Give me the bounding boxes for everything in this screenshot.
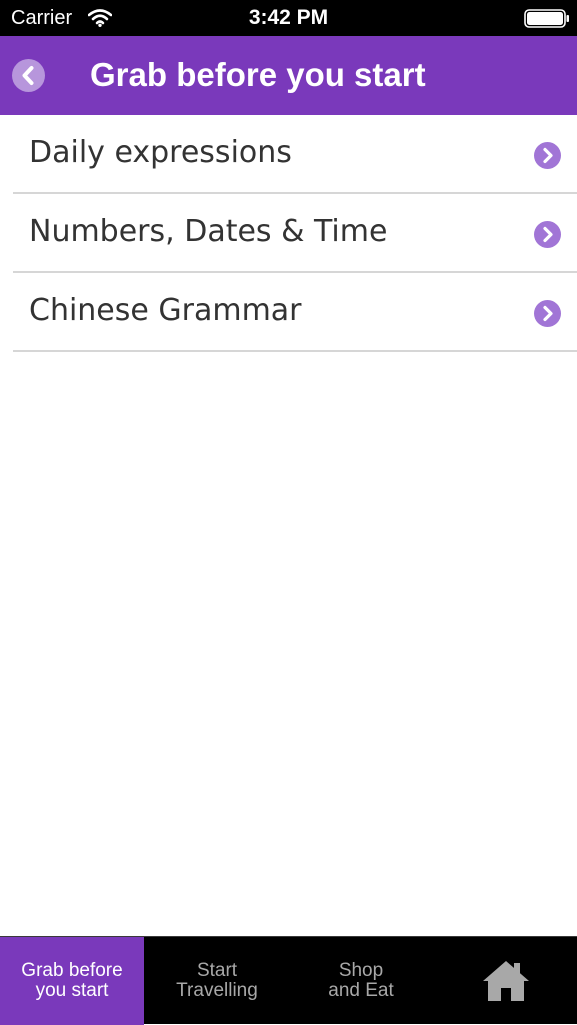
chevron-right-circle-icon	[534, 300, 561, 327]
page-title: Grab before you start	[90, 56, 426, 93]
tab-label-line: Shop	[338, 960, 384, 981]
tab-grab-before-you-start[interactable]: Grab before you start	[0, 937, 144, 1025]
list-item-label: Daily expressions	[29, 135, 292, 170]
list-item-daily-expressions[interactable]: Daily expressions	[13, 115, 577, 194]
list-item-chinese-grammar[interactable]: Chinese Grammar	[13, 273, 577, 352]
list-item-label: Numbers, Dates & Time	[29, 214, 388, 249]
tab-label: Shop and Eat	[289, 961, 433, 1001]
tab-home[interactable]	[433, 937, 577, 1025]
menu-list: Daily expressions Numbers, Dates & Time …	[0, 115, 577, 352]
tab-label-line: you start	[35, 980, 109, 1001]
status-time: 3:42 PM	[248, 6, 329, 29]
list-item-numbers-dates-time[interactable]: Numbers, Dates & Time	[13, 194, 577, 273]
tab-label: Start Travelling	[145, 961, 289, 1001]
chevron-right-circle-icon	[534, 142, 561, 169]
tab-label-line: Travelling	[176, 980, 258, 1001]
back-button[interactable]	[12, 59, 45, 92]
chevron-left-icon	[22, 66, 34, 85]
tab-label: Grab before you start	[0, 961, 144, 1001]
home-icon	[483, 961, 529, 1001]
tab-shop-and-eat[interactable]: Shop and Eat	[289, 937, 433, 1025]
battery-icon	[524, 9, 569, 28]
status-bar: Carrier 3:42 PM	[0, 0, 577, 36]
nav-bar: Grab before you start	[0, 36, 577, 115]
tab-label-line: and Eat	[328, 980, 394, 1001]
list-item-label: Chinese Grammar	[29, 293, 302, 328]
tab-bar: Grab before you start Start Travelling S…	[0, 936, 577, 1025]
chevron-right-circle-icon	[534, 221, 561, 248]
tab-start-travelling[interactable]: Start Travelling	[145, 937, 289, 1025]
tab-label-line: Grab before	[21, 960, 123, 981]
tab-label-line: Start	[196, 960, 238, 981]
